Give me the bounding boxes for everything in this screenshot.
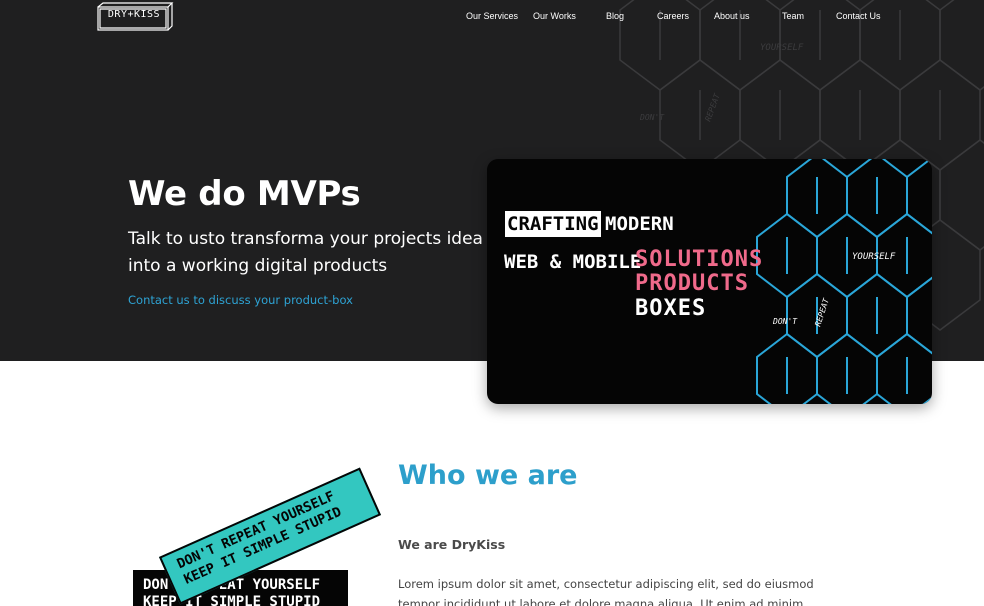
banner-solutions: SOLUTIONS <box>635 247 764 272</box>
nav-about-us[interactable]: About us <box>714 11 750 21</box>
site-logo[interactable]: DRY+KISS <box>97 2 174 32</box>
hero-banner-card: YOURSELF DON'T REPEAT CRAFTING MODERN WE… <box>487 159 932 404</box>
nav-contact-us[interactable]: Contact Us <box>836 11 881 21</box>
nav-our-works[interactable]: Our Works <box>533 11 576 21</box>
banner-products: PRODUCTS <box>635 271 749 296</box>
logo-text: DRY+KISS <box>107 9 161 20</box>
hero-pattern-word-repeat: REPEAT <box>703 91 722 122</box>
hero-pattern-word-dont: DON'T <box>639 113 665 122</box>
who-we-are-title: Who we are <box>398 460 578 491</box>
who-we-are-subtitle: We are DryKiss <box>398 537 506 552</box>
banner-word-yourself: YOURSELF <box>852 252 896 262</box>
hero-pattern-word-yourself: YOURSELF <box>760 43 804 53</box>
contact-cta-link[interactable]: Contact us to discuss your product-box <box>128 293 353 307</box>
who-we-are-body: Lorem ipsum dolor sit amet, consectetur … <box>398 577 814 606</box>
hero-subtitle: Talk to usto transforma your projects id… <box>128 229 483 276</box>
nav-careers[interactable]: Careers <box>657 11 689 21</box>
sticker-black-line-2: KEEP IT SIMPLE STUPID <box>143 594 321 606</box>
nav-our-services[interactable]: Our Services <box>466 11 518 21</box>
banner-modern: MODERN <box>605 213 674 235</box>
banner-crafting: CRAFTING <box>505 211 601 237</box>
banner-boxes: BOXES <box>635 296 707 321</box>
banner-word-dont: DON'T <box>772 317 798 326</box>
nav-blog[interactable]: Blog <box>606 11 624 21</box>
hero-title: We do MVPs <box>128 174 361 214</box>
banner-web-mobile: WEB & MOBILE <box>504 251 642 273</box>
nav-team[interactable]: Team <box>782 11 804 21</box>
